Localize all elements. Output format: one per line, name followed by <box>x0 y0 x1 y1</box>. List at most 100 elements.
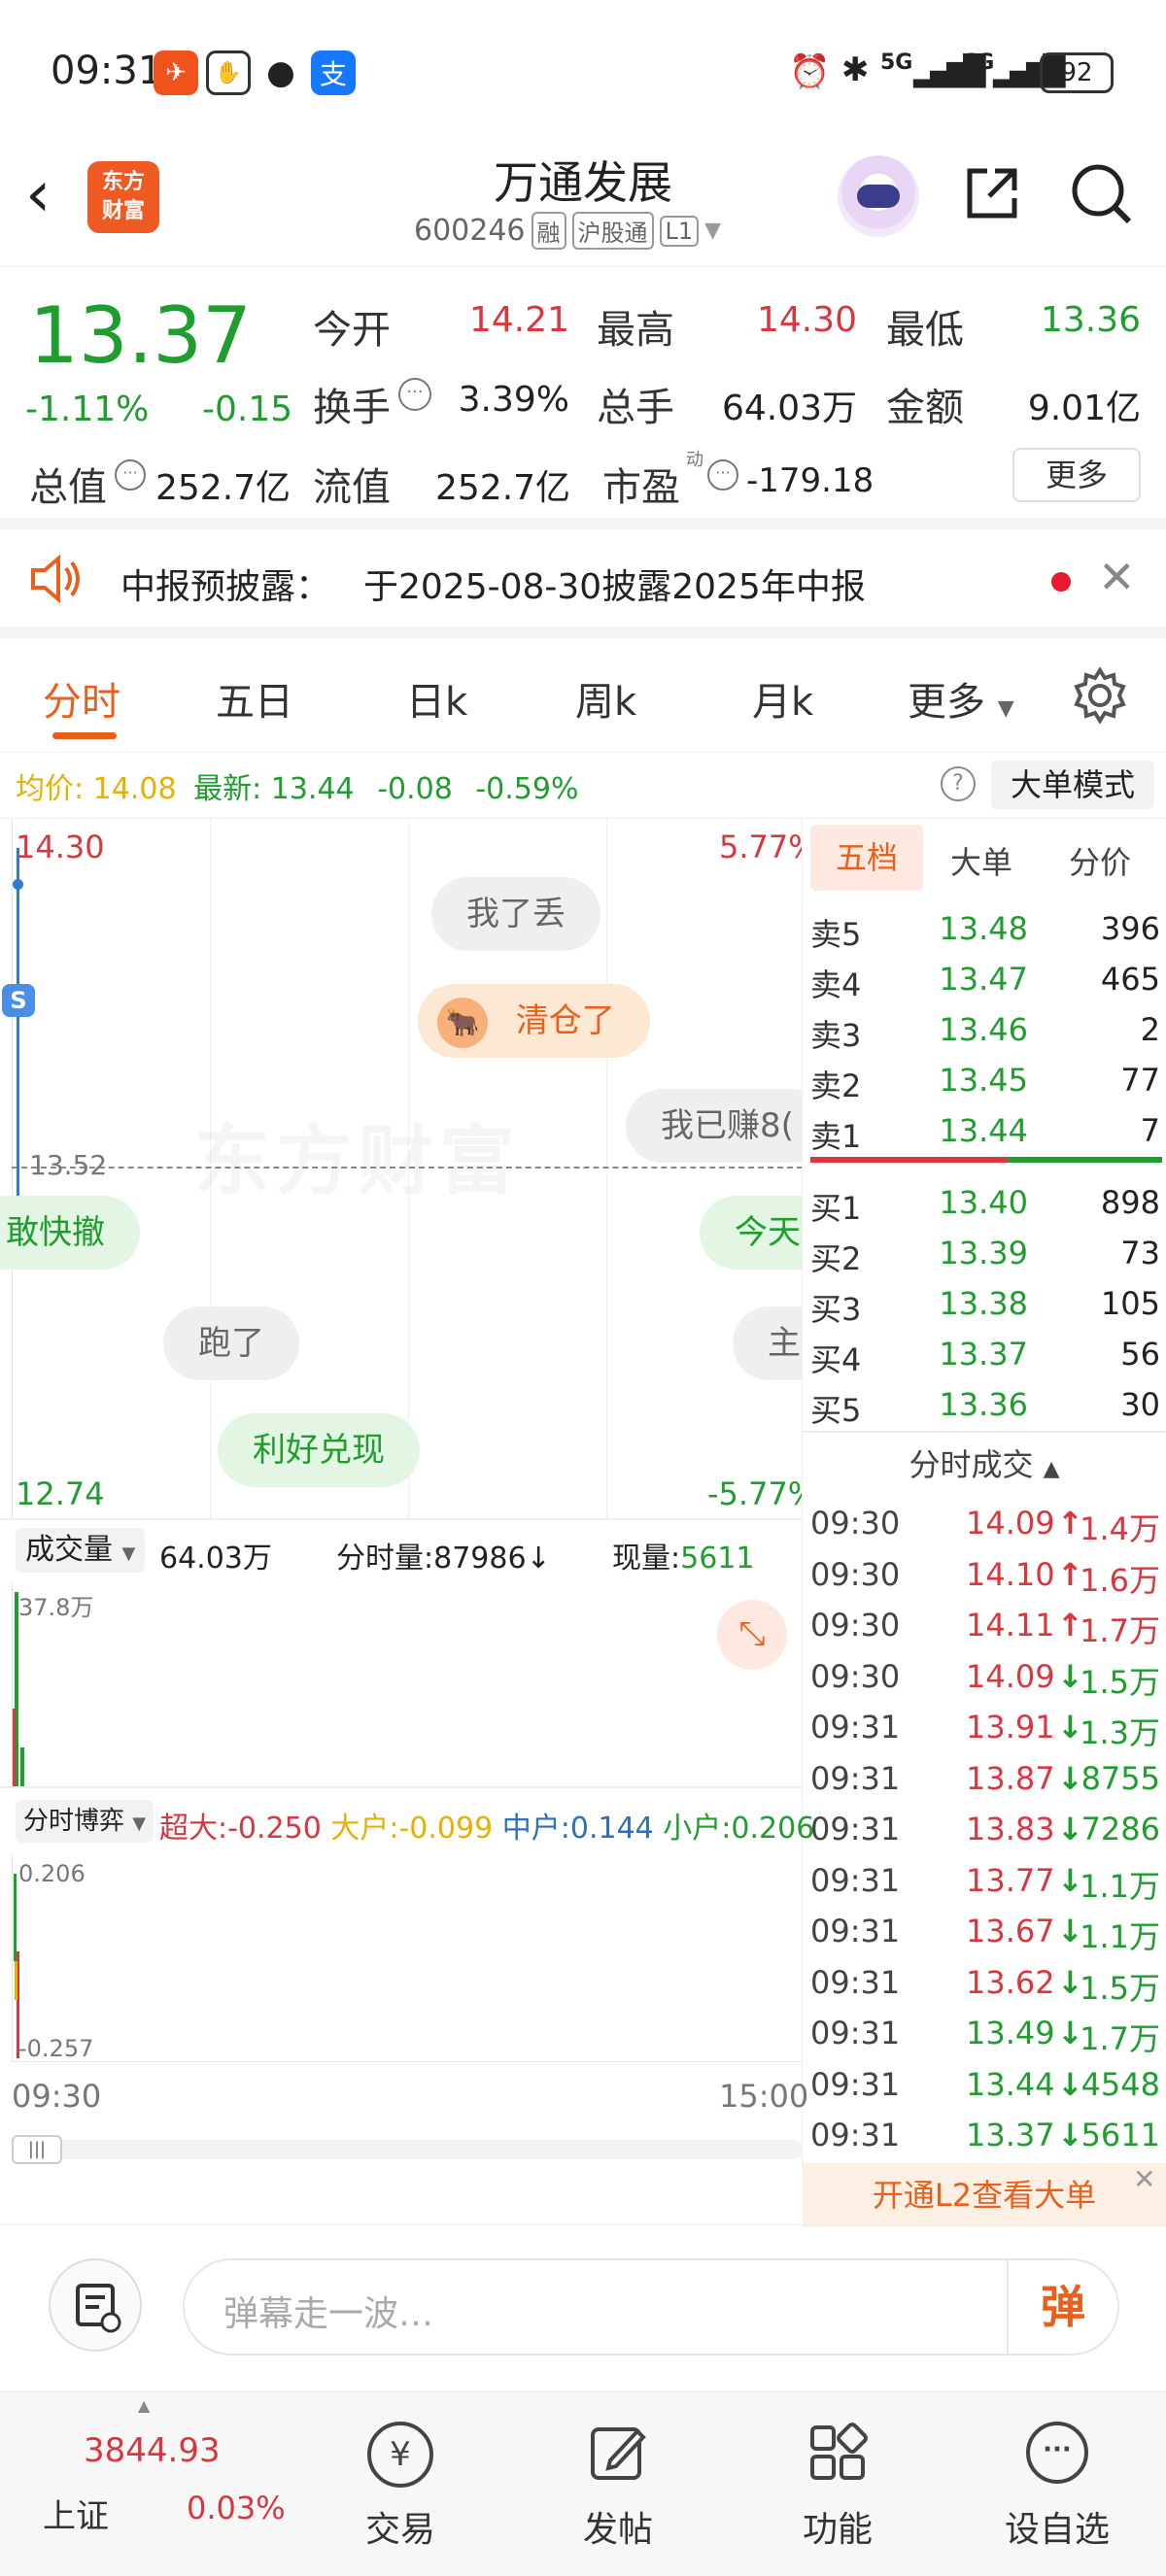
turnover-label: 换手 <box>313 386 391 430</box>
danmu-text: 清仓了 <box>515 1001 615 1040</box>
volume-selector[interactable]: 成交量 ▼ <box>16 1528 146 1573</box>
big-order-mode-button[interactable]: 大单模式 <box>991 761 1154 809</box>
trade-price: 14.11 <box>966 1607 1055 1644</box>
nav-trade[interactable]: ¥ 交易 <box>303 2392 497 2576</box>
buy-order-row[interactable]: 买3 13.38 105 <box>803 1285 1166 1336</box>
tab-more[interactable]: 更多 ▼ <box>908 670 1014 727</box>
buy-order-row[interactable]: 买2 13.39 73 <box>803 1235 1166 1285</box>
tab-5day[interactable]: 五日 <box>216 670 293 727</box>
game-line <box>14 1874 17 1961</box>
sell-order-row[interactable]: 卖1 13.44 7 <box>803 1112 1166 1163</box>
panel-tab-five[interactable]: 五档 <box>810 825 923 891</box>
tab-day[interactable]: 日k <box>406 670 467 727</box>
arrow-down-icon: ↓ <box>1057 2117 1083 2153</box>
trades-title[interactable]: 分时成交 ▲ <box>803 1441 1166 1485</box>
buy-order-row[interactable]: 买1 13.40 898 <box>803 1184 1166 1235</box>
volume-bar <box>20 1747 24 1786</box>
change-pct: -1.11% <box>25 390 150 429</box>
bluetooth-icon: ✱ <box>841 51 870 89</box>
arrow-down-icon: ↓ <box>1057 1811 1083 1847</box>
panel-divider <box>803 1431 1166 1433</box>
panel-tab-price[interactable]: 分价 <box>1069 838 1131 883</box>
ob-price: 13.40 <box>939 1184 1028 1221</box>
trade-time: 09:31 <box>810 2117 901 2153</box>
trade-row: 09:30 14.09 1.5万 ↓ <box>803 1658 1166 1710</box>
trade-price: 13.37 <box>966 2117 1055 2153</box>
m-label: 中户: <box>501 1812 570 1846</box>
triangle-up-icon: ▲ <box>1043 1457 1060 1481</box>
ob-level-label: 买3 <box>810 1291 862 1328</box>
tab-month[interactable]: 月k <box>752 670 813 727</box>
help-icon[interactable]: ? <box>941 766 976 801</box>
info-icon[interactable]: ··· <box>707 459 738 491</box>
grid-line <box>606 819 607 1518</box>
order-book-panel: 五档 大单 分价 卖5 13.48 396 卖4 13.47 465 卖3 13.46 2 卖2 1… <box>803 819 1166 2227</box>
intraday-chart[interactable]: 东方财富 13.52 14.30 5.77% 12.74 -5.77% S 我了… <box>0 819 803 1518</box>
game-selector[interactable]: 分时博弈 ▼ <box>16 1800 154 1843</box>
chevron-down-icon: ▼ <box>704 219 722 243</box>
m-value: 0.144 <box>569 1812 654 1846</box>
ob-volume: 396 <box>1100 910 1160 947</box>
trade-row: 09:30 14.11 1.7万 ↑ <box>803 1607 1166 1658</box>
trade-time: 09:31 <box>810 1709 901 1746</box>
index-value: 3844.93 <box>84 2431 221 2470</box>
share-icon[interactable] <box>962 163 1022 223</box>
close-icon[interactable]: ✕ <box>1098 551 1136 603</box>
scrollbar-track[interactable]: ||| <box>12 2135 803 2164</box>
latest-change: -0.08 <box>377 772 453 806</box>
panel-tab-big[interactable]: 大单 <box>950 838 1012 883</box>
lower-indicators: 成交量 ▼ 64.03万 分时量:87986↓ 现量:5611 37.8万 ⤡ … <box>0 1518 814 2169</box>
sell-order-row[interactable]: 卖3 13.46 2 <box>803 1011 1166 1062</box>
nav-functions[interactable]: 功能 <box>740 2392 935 2576</box>
info-icon[interactable]: ··· <box>398 378 431 411</box>
nav-add-watchlist[interactable]: ··· 设自选 <box>960 2392 1154 2576</box>
danmu-bubble: 跑了 <box>163 1306 299 1380</box>
more-circle-icon: ··· <box>1026 2422 1088 2484</box>
danmu-settings-icon[interactable] <box>49 2258 142 2352</box>
nav-post[interactable]: 发帖 <box>521 2392 715 2576</box>
buy-order-row[interactable]: 买4 13.37 56 <box>803 1336 1166 1386</box>
robot-avatar-icon[interactable] <box>838 155 919 237</box>
low-value: 13.36 <box>1040 300 1141 340</box>
l2-banner-text: 开通L2查看大单 <box>872 2177 1097 2214</box>
danmu-send-button[interactable]: 弹 <box>1007 2260 1117 2354</box>
sell-order-row[interactable]: 卖4 13.47 465 <box>803 961 1166 1011</box>
s-marker-icon[interactable]: S <box>2 984 35 1017</box>
index-pct: 0.03% <box>187 2490 286 2526</box>
scrollbar-handle[interactable]: ||| <box>12 2135 62 2164</box>
bull-emoji-icon: 🐂 <box>437 997 488 1048</box>
notice-bar[interactable]: 中报预披露： 于2025-08-30披露2025年中报 ✕ <box>0 529 1166 638</box>
more-button[interactable]: 更多 <box>1012 448 1141 502</box>
l2-banner[interactable]: 开通L2查看大单 <box>803 2163 1166 2227</box>
top-price-label: 14.30 <box>16 829 105 865</box>
status-time: 09:31 <box>51 49 163 93</box>
sell-order-row[interactable]: 卖2 13.45 77 <box>803 1062 1166 1112</box>
post-icon <box>587 2422 649 2484</box>
reference-price: 13.52 <box>29 1149 108 1181</box>
game-line <box>15 1961 17 2000</box>
index-ticker[interactable]: ▲ 3844.93 上证 0.03% <box>0 2392 286 2576</box>
danmu-input[interactable]: 弹幕走一波… <box>183 2258 1119 2356</box>
trade-row: 09:31 13.83 7286 ↓ <box>803 1811 1166 1862</box>
volume-value: 64.03万 <box>721 389 857 428</box>
settings-icon[interactable] <box>1071 666 1129 725</box>
close-icon[interactable]: ✕ <box>1133 2163 1155 2195</box>
avg-readout: 均价: 14.08 最新: 13.44 -0.08 -0.59% <box>16 764 579 807</box>
ob-volume: 73 <box>1120 1235 1160 1271</box>
game-readout: 超大:-0.250 大户:-0.099 中户:0.144 小户:0.206 <box>159 1804 814 1847</box>
tab-fenshi[interactable]: 分时 <box>43 670 120 727</box>
stock-code-row[interactable]: 600246 融 沪股通 L1 ▼ <box>414 212 721 250</box>
trade-price: 13.83 <box>966 1811 1055 1847</box>
hand-icon: ✋ <box>206 51 251 95</box>
info-icon[interactable]: ··· <box>115 459 146 491</box>
search-icon[interactable] <box>1069 161 1135 227</box>
l-value: -0.099 <box>398 1812 494 1846</box>
expand-icon[interactable]: ⤡ <box>717 1600 787 1670</box>
tab-week[interactable]: 周k <box>575 670 636 727</box>
buy-order-row[interactable]: 买5 13.36 30 <box>803 1386 1166 1437</box>
sell-order-row[interactable]: 卖5 13.48 396 <box>803 910 1166 961</box>
trade-volume: 1.1万 <box>1080 1867 1160 1905</box>
danmu-bubble: 我已赚8( <box>626 1089 802 1163</box>
trade-price: 13.67 <box>966 1913 1055 1949</box>
tag-margin: 融 <box>531 212 566 250</box>
